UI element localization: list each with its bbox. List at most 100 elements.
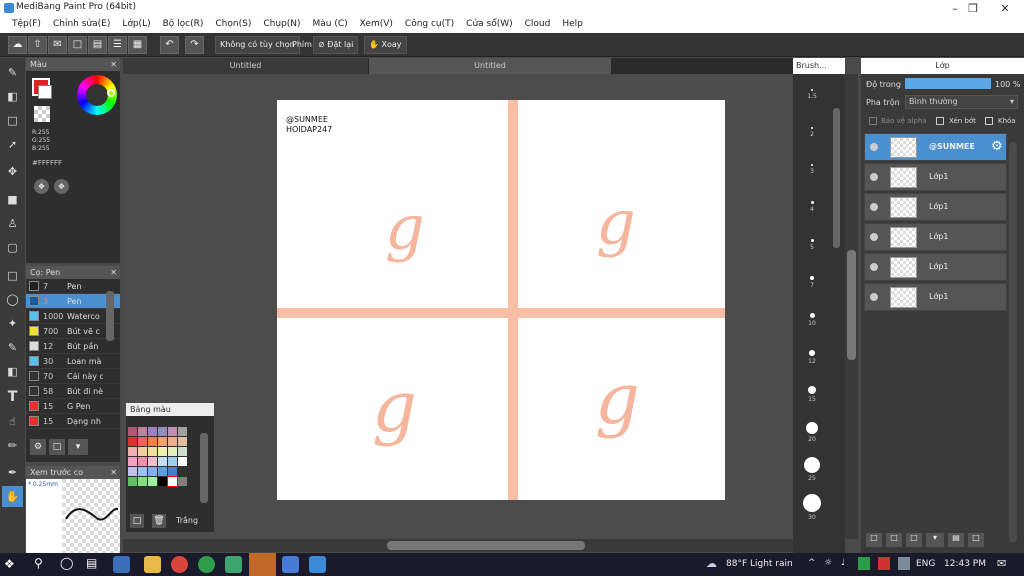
merge-layer-icon[interactable]: □ bbox=[968, 533, 984, 547]
lasso-tool-icon[interactable]: ◯ bbox=[2, 289, 23, 310]
horizontal-scroll-thumb[interactable] bbox=[387, 541, 585, 550]
palette-scrollbar[interactable] bbox=[200, 433, 208, 503]
visibility-eye-icon[interactable] bbox=[870, 143, 878, 151]
layer-row[interactable]: @SUNMEE ⚙ bbox=[864, 133, 1007, 161]
palette-swatch[interactable] bbox=[138, 477, 147, 486]
brush-list-item[interactable]: 30 Loan mà bbox=[26, 354, 120, 369]
menu-file[interactable]: Tệp(F) bbox=[6, 17, 47, 33]
delete-swatch-icon[interactable]: 🗑 bbox=[152, 514, 166, 528]
brush-size-option[interactable]: 12 bbox=[793, 339, 831, 377]
rectangle-tool-icon[interactable]: □ bbox=[2, 110, 23, 131]
brush-list-item[interactable]: 12 Bút pần bbox=[26, 339, 120, 354]
menu-color[interactable]: Màu (C) bbox=[307, 17, 354, 33]
opacity-slider[interactable] bbox=[905, 78, 991, 89]
menu-window[interactable]: Cửa sổ(W) bbox=[460, 17, 518, 33]
magic-wand-icon[interactable]: ✦ bbox=[2, 313, 23, 334]
palette-add-icon[interactable]: ❖ bbox=[54, 179, 69, 194]
layer-settings-gear-icon[interactable]: ⚙ bbox=[991, 139, 1003, 154]
close-icon[interactable]: ✕ bbox=[110, 266, 120, 279]
drawing-canvas[interactable]: @SUNMEE HOIDAP247 g g g g bbox=[277, 100, 725, 500]
palette-swatch[interactable] bbox=[178, 437, 187, 446]
brush-size-option[interactable]: 1.5 bbox=[793, 76, 831, 114]
palette-swatch[interactable] bbox=[168, 467, 177, 476]
tray-app2-icon[interactable] bbox=[878, 557, 890, 570]
clock[interactable]: 12:43 PM bbox=[944, 559, 986, 569]
app2-icon[interactable] bbox=[282, 556, 299, 573]
palette-swatch[interactable] bbox=[148, 457, 157, 466]
windows-start-icon[interactable]: ❖ bbox=[4, 557, 18, 571]
palette-swatch[interactable] bbox=[178, 467, 187, 476]
palette-swatch[interactable] bbox=[168, 427, 177, 436]
brush-size-option[interactable]: 20 bbox=[793, 414, 831, 452]
brush-size-option[interactable]: 30 bbox=[793, 489, 831, 527]
layer-row[interactable]: Lớp1 bbox=[864, 283, 1007, 311]
new-swatch-icon[interactable]: □ bbox=[130, 514, 144, 528]
palette-swatch[interactable] bbox=[128, 437, 137, 446]
grid-icon[interactable]: ▦ bbox=[128, 36, 147, 54]
close-icon[interactable]: ✕ bbox=[110, 466, 120, 479]
eyedropper-icon[interactable]: ✒ bbox=[2, 462, 23, 483]
palette-swatch[interactable] bbox=[128, 457, 137, 466]
select-tool-icon[interactable]: □ bbox=[2, 265, 23, 286]
brush-size-option[interactable]: 3 bbox=[793, 151, 831, 189]
palette-swatch[interactable] bbox=[138, 467, 147, 476]
browser-icon[interactable] bbox=[198, 556, 215, 573]
color-wheel[interactable] bbox=[77, 75, 117, 115]
palette-swatch[interactable] bbox=[158, 437, 167, 446]
palette-icon[interactable]: ❖ bbox=[34, 179, 49, 194]
search-icon[interactable]: ⚲ bbox=[34, 556, 43, 570]
clip-checkbox[interactable] bbox=[936, 117, 944, 125]
palette-swatch[interactable] bbox=[178, 447, 187, 456]
store-icon[interactable] bbox=[113, 556, 130, 573]
cortana-icon[interactable]: ◯ bbox=[60, 556, 73, 570]
palette-swatch[interactable] bbox=[138, 447, 147, 456]
palette-swatch[interactable] bbox=[168, 437, 177, 446]
menu-edit[interactable]: Chỉnh sửa(E) bbox=[47, 17, 116, 33]
palette-swatch[interactable] bbox=[178, 457, 187, 466]
palette-swatch[interactable] bbox=[167, 476, 178, 487]
layer-row[interactable]: Lớp1 bbox=[864, 193, 1007, 221]
new-brush-icon[interactable]: □ bbox=[49, 439, 65, 455]
layer-row[interactable]: Lớp1 bbox=[864, 223, 1007, 251]
brush-size-scrollbar[interactable] bbox=[833, 108, 840, 248]
notification-icon[interactable]: ✉ bbox=[997, 557, 1006, 570]
medibang-taskbar-icon[interactable] bbox=[249, 553, 276, 576]
layer-row[interactable]: Lớp1 bbox=[864, 253, 1007, 281]
palette-swatch[interactable] bbox=[128, 467, 137, 476]
lock-checkbox[interactable] bbox=[985, 117, 993, 125]
transparent-swatch[interactable] bbox=[34, 106, 50, 122]
palette-swatch[interactable] bbox=[128, 447, 137, 456]
operation-tool-icon[interactable]: ☝ bbox=[2, 411, 23, 432]
brush-list-item[interactable]: 15 G Pen bbox=[26, 399, 120, 414]
pen-tool-icon[interactable]: ✎ bbox=[2, 62, 23, 83]
palette-swatch[interactable] bbox=[158, 467, 167, 476]
weather-text[interactable]: 88°F Light rain bbox=[726, 559, 793, 569]
secondary-color-swatch[interactable] bbox=[38, 85, 52, 99]
palette-swatch[interactable] bbox=[168, 457, 177, 466]
gradient-tool-icon[interactable]: ▢ bbox=[2, 237, 23, 258]
brush-size-option[interactable]: 7 bbox=[793, 264, 831, 302]
undo-icon[interactable]: ↶ bbox=[160, 36, 179, 54]
palette-swatch[interactable] bbox=[128, 427, 137, 436]
tray-app3-icon[interactable] bbox=[898, 557, 910, 570]
copy-layer-icon[interactable]: □ bbox=[886, 533, 902, 547]
line-tool-icon[interactable]: ➚ bbox=[2, 134, 23, 155]
visibility-eye-icon[interactable] bbox=[870, 263, 878, 271]
palette-swatch[interactable] bbox=[148, 477, 157, 486]
palette-swatch[interactable] bbox=[148, 437, 157, 446]
brush-size-option[interactable]: 10 bbox=[793, 301, 831, 339]
menu-help[interactable]: Help bbox=[556, 17, 589, 33]
comment-icon[interactable]: ✉ bbox=[48, 36, 67, 54]
tab-untitled-2[interactable]: Untitled bbox=[369, 58, 611, 74]
rotate-button[interactable]: ✋ Xoay bbox=[364, 36, 407, 54]
reset-button[interactable]: ⊘ Đặt lại bbox=[313, 36, 359, 54]
layer-row[interactable]: Lớp1 bbox=[864, 163, 1007, 191]
select-pen-icon[interactable]: ✎ bbox=[2, 337, 23, 358]
new-file-icon[interactable]: □ bbox=[68, 36, 87, 54]
brush-size-option[interactable]: 15 bbox=[793, 376, 831, 414]
move-tool-icon[interactable]: ✥ bbox=[2, 161, 23, 182]
palette-swatch[interactable] bbox=[138, 437, 147, 446]
visibility-eye-icon[interactable] bbox=[870, 203, 878, 211]
layer-scrollbar[interactable] bbox=[1009, 142, 1017, 542]
upload-icon[interactable]: ⇧ bbox=[28, 36, 47, 54]
